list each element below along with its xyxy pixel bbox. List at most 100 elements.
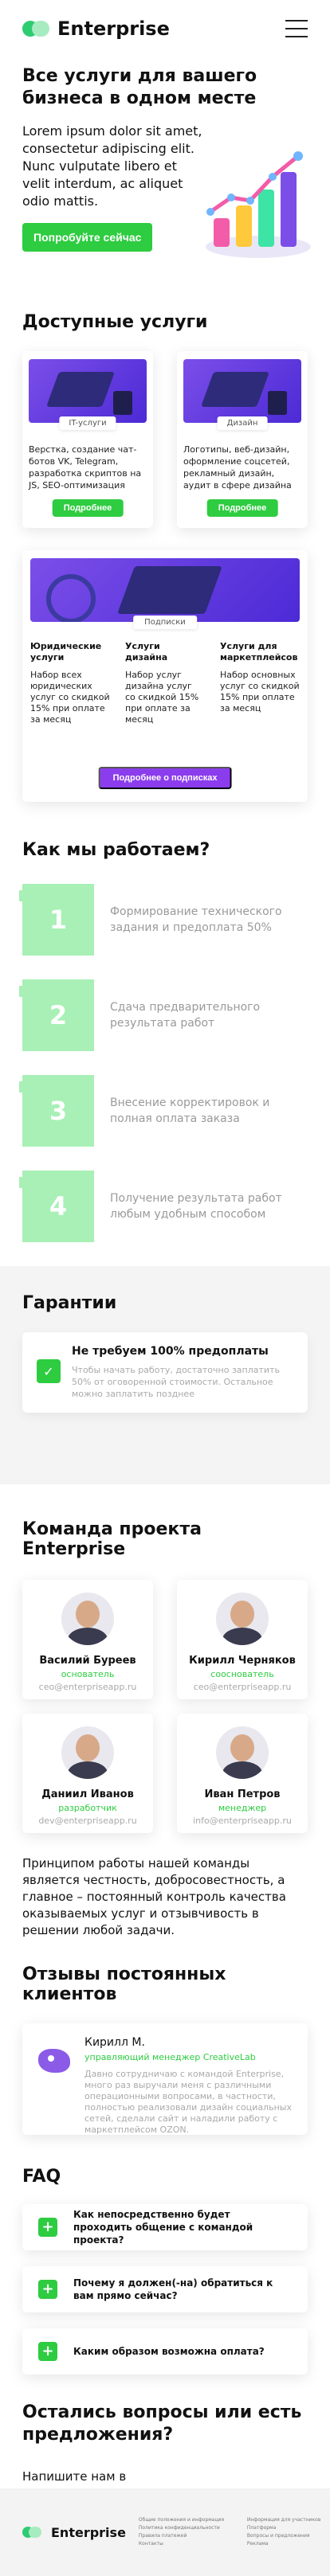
step-item: 3 Внесение корректировок и полная оплата…: [19, 1075, 308, 1147]
reviewer-role: управляющий менеджер CreativeLab: [84, 2052, 256, 2062]
footer-link[interactable]: Платформа: [247, 2524, 330, 2532]
faq-item[interactable]: + Как непосредственно будет проходить об…: [22, 2204, 308, 2250]
team-member-card: Кирилл Черняков сооснователь ceo@enterpr…: [177, 1580, 308, 1699]
member-email[interactable]: ceo@enterpriseapp.ru: [177, 1682, 308, 1692]
footer-link[interactable]: Общие положения и информация: [139, 2516, 234, 2524]
footer-brand: Enterprise: [51, 2524, 126, 2540]
services-section: Доступные услуги IT-услуги Верстка, созд…: [0, 283, 330, 802]
guarantee-card-text: Чтобы начать работу, достаточно заплатит…: [72, 1365, 280, 1399]
subscription-text: Набор услуг дизайна услуг со скидкой 15%…: [125, 670, 199, 725]
member-role: менеджер: [218, 1803, 267, 1813]
faq-section: FAQ + Как непосредственно будет проходит…: [0, 2135, 330, 2375]
it-illustration-icon: [29, 359, 147, 423]
step-number: 1: [19, 884, 94, 956]
header: Enterprise: [0, 0, 330, 57]
footer-links-col: Общие положения и информация Политика ко…: [139, 2516, 234, 2548]
subscription-title: Услуги для маркетплейсов: [220, 641, 298, 663]
reviewer-name: Кирилл М.: [84, 2036, 145, 2049]
how-title: Как мы работаем?: [22, 840, 210, 860]
faq-item[interactable]: + Почему я должен(-на) обратиться к вам …: [22, 2266, 308, 2312]
member-role: разработчик: [58, 1803, 117, 1813]
step-number: 4: [19, 1171, 94, 1242]
member-email[interactable]: dev@enterpriseapp.ru: [22, 1816, 153, 1826]
faq-title: FAQ: [22, 2167, 61, 2187]
avatar: [216, 1593, 269, 1645]
guarantees-title: Гарантии: [22, 1293, 117, 1313]
service-tag: IT-услуги: [59, 416, 116, 430]
subscriptions-more-button[interactable]: Подробнее о подписках: [98, 767, 232, 789]
footer-link[interactable]: Реклама: [247, 2540, 330, 2548]
member-name: Василий Буреев: [39, 1655, 136, 1667]
footer-link[interactable]: Вопросы и предложения: [247, 2532, 330, 2540]
avatar: [61, 1593, 114, 1645]
footer-link[interactable]: Контакты: [139, 2540, 234, 2548]
team-member-card: Даниил Иванов разработчик dev@enterprise…: [22, 1714, 153, 1833]
review-card: Кирилл М. управляющий менеджер CreativeL…: [22, 2023, 308, 2135]
subscription-col: Услуги дизайна Набор услуг дизайна услуг…: [125, 641, 205, 725]
check-icon: ✓: [37, 1359, 61, 1383]
member-role: сооснователь: [210, 1669, 274, 1679]
step-text: Внесение корректировок и полная оплата з…: [110, 1096, 270, 1125]
guarantee-card: ✓ Не требуем 100% предоплаты Чтобы начат…: [22, 1332, 308, 1413]
team-member-card: Иван Петров менеджер info@enterpriseapp.…: [177, 1714, 308, 1833]
team-title: Команда проекта Enterprise: [22, 1519, 202, 1559]
member-email[interactable]: info@enterpriseapp.ru: [177, 1816, 308, 1826]
avatar: [61, 1726, 114, 1779]
subscription-title: Услуги дизайна: [125, 641, 168, 663]
team-section: Команда проекта Enterprise Василий Бурее…: [0, 1484, 330, 1939]
service-desc: Верстка, создание чат-ботов VK, Telegram…: [29, 444, 142, 491]
footer-link[interactable]: Информация для участников: [247, 2516, 330, 2524]
service-tag: Дизайн: [217, 416, 268, 430]
reviews-title: Отзывы постоянных клиентов: [22, 1964, 226, 2004]
faq-question: Как непосредственно будет проходить обще…: [73, 2209, 253, 2246]
step-text: Формирование технического задания и пред…: [110, 905, 282, 934]
service-more-button[interactable]: Подробнее: [52, 499, 124, 517]
service-more-button[interactable]: Подробнее: [206, 499, 278, 517]
step-item: 1 Формирование технического задания и пр…: [19, 884, 308, 956]
logo-mark-icon: [22, 21, 49, 37]
bar-chart-illustration-icon: [206, 151, 311, 258]
logo-mark-icon: [22, 2527, 43, 2538]
guarantee-card-title: Не требуем 100% предоплаты: [72, 1345, 269, 1358]
footer-link[interactable]: Политика конфиденциальности: [139, 2524, 234, 2532]
member-name: Иван Петров: [204, 1788, 281, 1800]
guarantees-section: Гарантии ✓ Не требуем 100% предоплаты Чт…: [0, 1266, 330, 1484]
logo[interactable]: Enterprise: [22, 18, 170, 40]
review-text: Давно сотрудничаю с командой Enterprise,…: [84, 2069, 292, 2135]
team-text: Принципом работы нашей команды является …: [22, 1856, 286, 1937]
faq-question: Каким образом возможна оплата?: [73, 2346, 265, 2357]
subscriptions-tag: Подписки: [133, 616, 197, 629]
team-member-card: Василий Буреев основатель ceo@enterprise…: [22, 1580, 153, 1699]
menu-burger-icon[interactable]: [285, 20, 308, 37]
avatar: [216, 1726, 269, 1779]
footer-logo[interactable]: Enterprise: [22, 2525, 126, 2540]
subscription-col: Услуги для маркетплейсов Набор основных …: [220, 641, 300, 725]
subscription-text: Набор всех юридических услуг со скидкой …: [30, 670, 110, 725]
footer: Enterprise Общие положения и информация …: [0, 2488, 330, 2576]
subscriptions-illustration-icon: [30, 558, 300, 622]
step-text: Получение результата работ любым удобным…: [110, 1192, 282, 1221]
step-item: 4 Получение результата работ любым удобн…: [19, 1171, 308, 1242]
service-desc: Логотипы, веб-дизайн, оформление соцсете…: [183, 444, 292, 491]
hero-cta-button[interactable]: Попробуйте сейчас: [22, 223, 153, 252]
faq-question: Почему я должен(-на) обратиться к вам пр…: [73, 2277, 273, 2301]
client-logo-icon: [37, 2042, 73, 2079]
reviews-section: Отзывы постоянных клиентов Кирилл М. упр…: [0, 1939, 330, 2135]
member-name: Даниил Иванов: [41, 1788, 134, 1800]
brand-name: Enterprise: [57, 18, 170, 40]
footer-link[interactable]: Правила платежей: [139, 2532, 234, 2540]
member-email[interactable]: ceo@enterpriseapp.ru: [22, 1682, 153, 1692]
service-card-it: IT-услуги Верстка, создание чат-ботов VK…: [22, 351, 153, 528]
service-card-design: Дизайн Логотипы, веб-дизайн, оформление …: [177, 351, 308, 528]
design-illustration-icon: [183, 359, 301, 423]
member-role: основатель: [61, 1669, 115, 1679]
contact-title: Остались вопросы или есть предложения?: [22, 2402, 302, 2445]
step-number: 2: [19, 979, 94, 1051]
how-we-work-section: Как мы работаем? 1 Формирование техничес…: [0, 802, 330, 1242]
faq-item[interactable]: + Каким образом возможна оплата?: [22, 2328, 308, 2375]
step-number: 3: [19, 1075, 94, 1147]
subscriptions-card: Подписки Юридические услуги Набор всех ю…: [22, 550, 308, 802]
footer-links-col: Информация для участников Платформа Вопр…: [247, 2516, 330, 2548]
step-text: Сдача предварительного результата работ: [110, 1001, 261, 1030]
subscription-col: Юридические услуги Набор всех юридически…: [30, 641, 110, 725]
